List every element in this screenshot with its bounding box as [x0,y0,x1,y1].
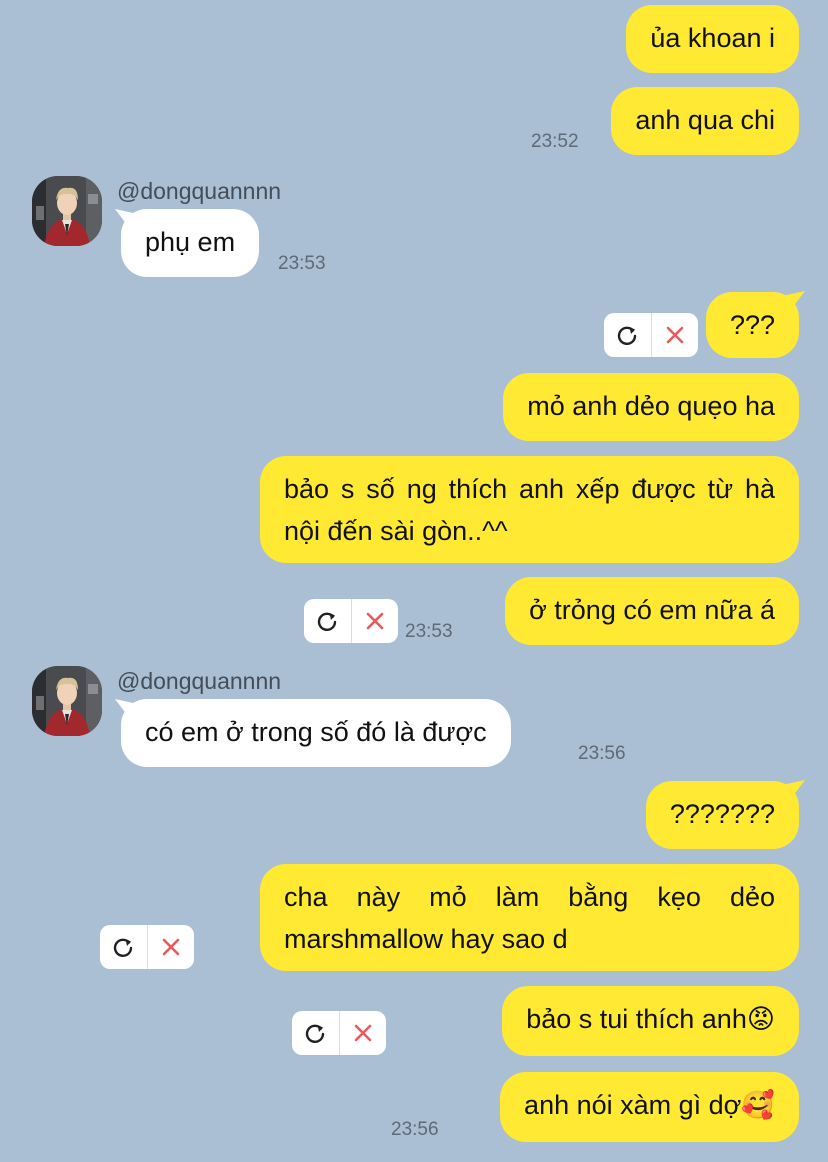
failed-send-actions [100,925,194,969]
retry-button[interactable] [604,313,651,357]
delete-button[interactable] [338,1011,387,1055]
delete-button[interactable] [350,599,399,643]
my-message-bubble[interactable]: mỏ anh dẻo quẹo ha [503,373,799,441]
message-text: bảo s tui thích anh😡 [526,1004,775,1034]
message-timestamp: 23:56 [578,743,626,764]
retry-button[interactable] [304,599,351,643]
message-text: mỏ anh dẻo quẹo ha [527,391,775,421]
their-message-bubble[interactable]: có em ở trong số đó là được [121,699,511,767]
message-timestamp: 23:53 [278,253,326,274]
my-message-bubble[interactable]: cha này mỏ làm bằng kẹo dẻo marshmallow … [260,864,799,971]
retry-icon [318,611,337,631]
user-avatar[interactable] [32,176,102,246]
message-text: anh qua chi [635,105,775,135]
my-message-bubble[interactable]: bảo s số ng thích anh xếp được từ hà nội… [260,456,799,563]
my-message-bubble[interactable]: ở trỏng có em nữa á [505,577,799,645]
retry-icon [618,325,637,345]
message-text: bảo s số ng thích anh xếp được từ hà nội… [284,474,775,546]
my-message-bubble[interactable]: ủa khoan i [626,5,799,73]
retry-icon [306,1023,325,1043]
my-message-bubble[interactable]: anh qua chi [611,87,799,155]
message-text: anh nói xàm gì dợ🥰 [524,1090,775,1120]
message-text: ở trỏng có em nữa á [529,595,775,625]
my-message-bubble[interactable]: ??????? [645,781,799,849]
delete-icon [666,326,684,344]
delete-icon [162,938,180,956]
failed-send-actions [304,599,398,643]
delete-icon [366,612,384,630]
message-text: ??? [729,310,775,340]
message-text: ủa khoan i [650,23,775,53]
delete-button[interactable] [650,313,699,357]
delete-icon [354,1024,372,1042]
retry-icon [114,937,133,957]
my-message-bubble[interactable]: ??? [705,292,799,358]
delete-button[interactable] [146,925,195,969]
message-text: phụ em [145,227,236,257]
retry-button[interactable] [100,925,147,969]
sender-name: @dongquannnn [117,178,282,204]
their-message-bubble[interactable]: phụ em [121,209,260,277]
sender-name: @dongquannnn [117,668,282,694]
message-timestamp: 23:52 [531,131,579,152]
failed-send-actions [292,1011,386,1055]
message-text: cha này mỏ làm bằng kẹo dẻo marshmallow … [284,882,775,954]
message-timestamp: 23:56 [391,1119,439,1140]
retry-button[interactable] [292,1011,339,1055]
my-message-bubble[interactable]: anh nói xàm gì dợ🥰 [500,1072,799,1142]
message-timestamp: 23:53 [405,621,453,642]
my-message-bubble[interactable]: bảo s tui thích anh😡 [502,986,799,1056]
failed-send-actions [604,313,698,357]
message-text: ??????? [669,799,775,829]
user-avatar[interactable] [32,666,102,736]
message-text: có em ở trong số đó là được [145,717,487,747]
